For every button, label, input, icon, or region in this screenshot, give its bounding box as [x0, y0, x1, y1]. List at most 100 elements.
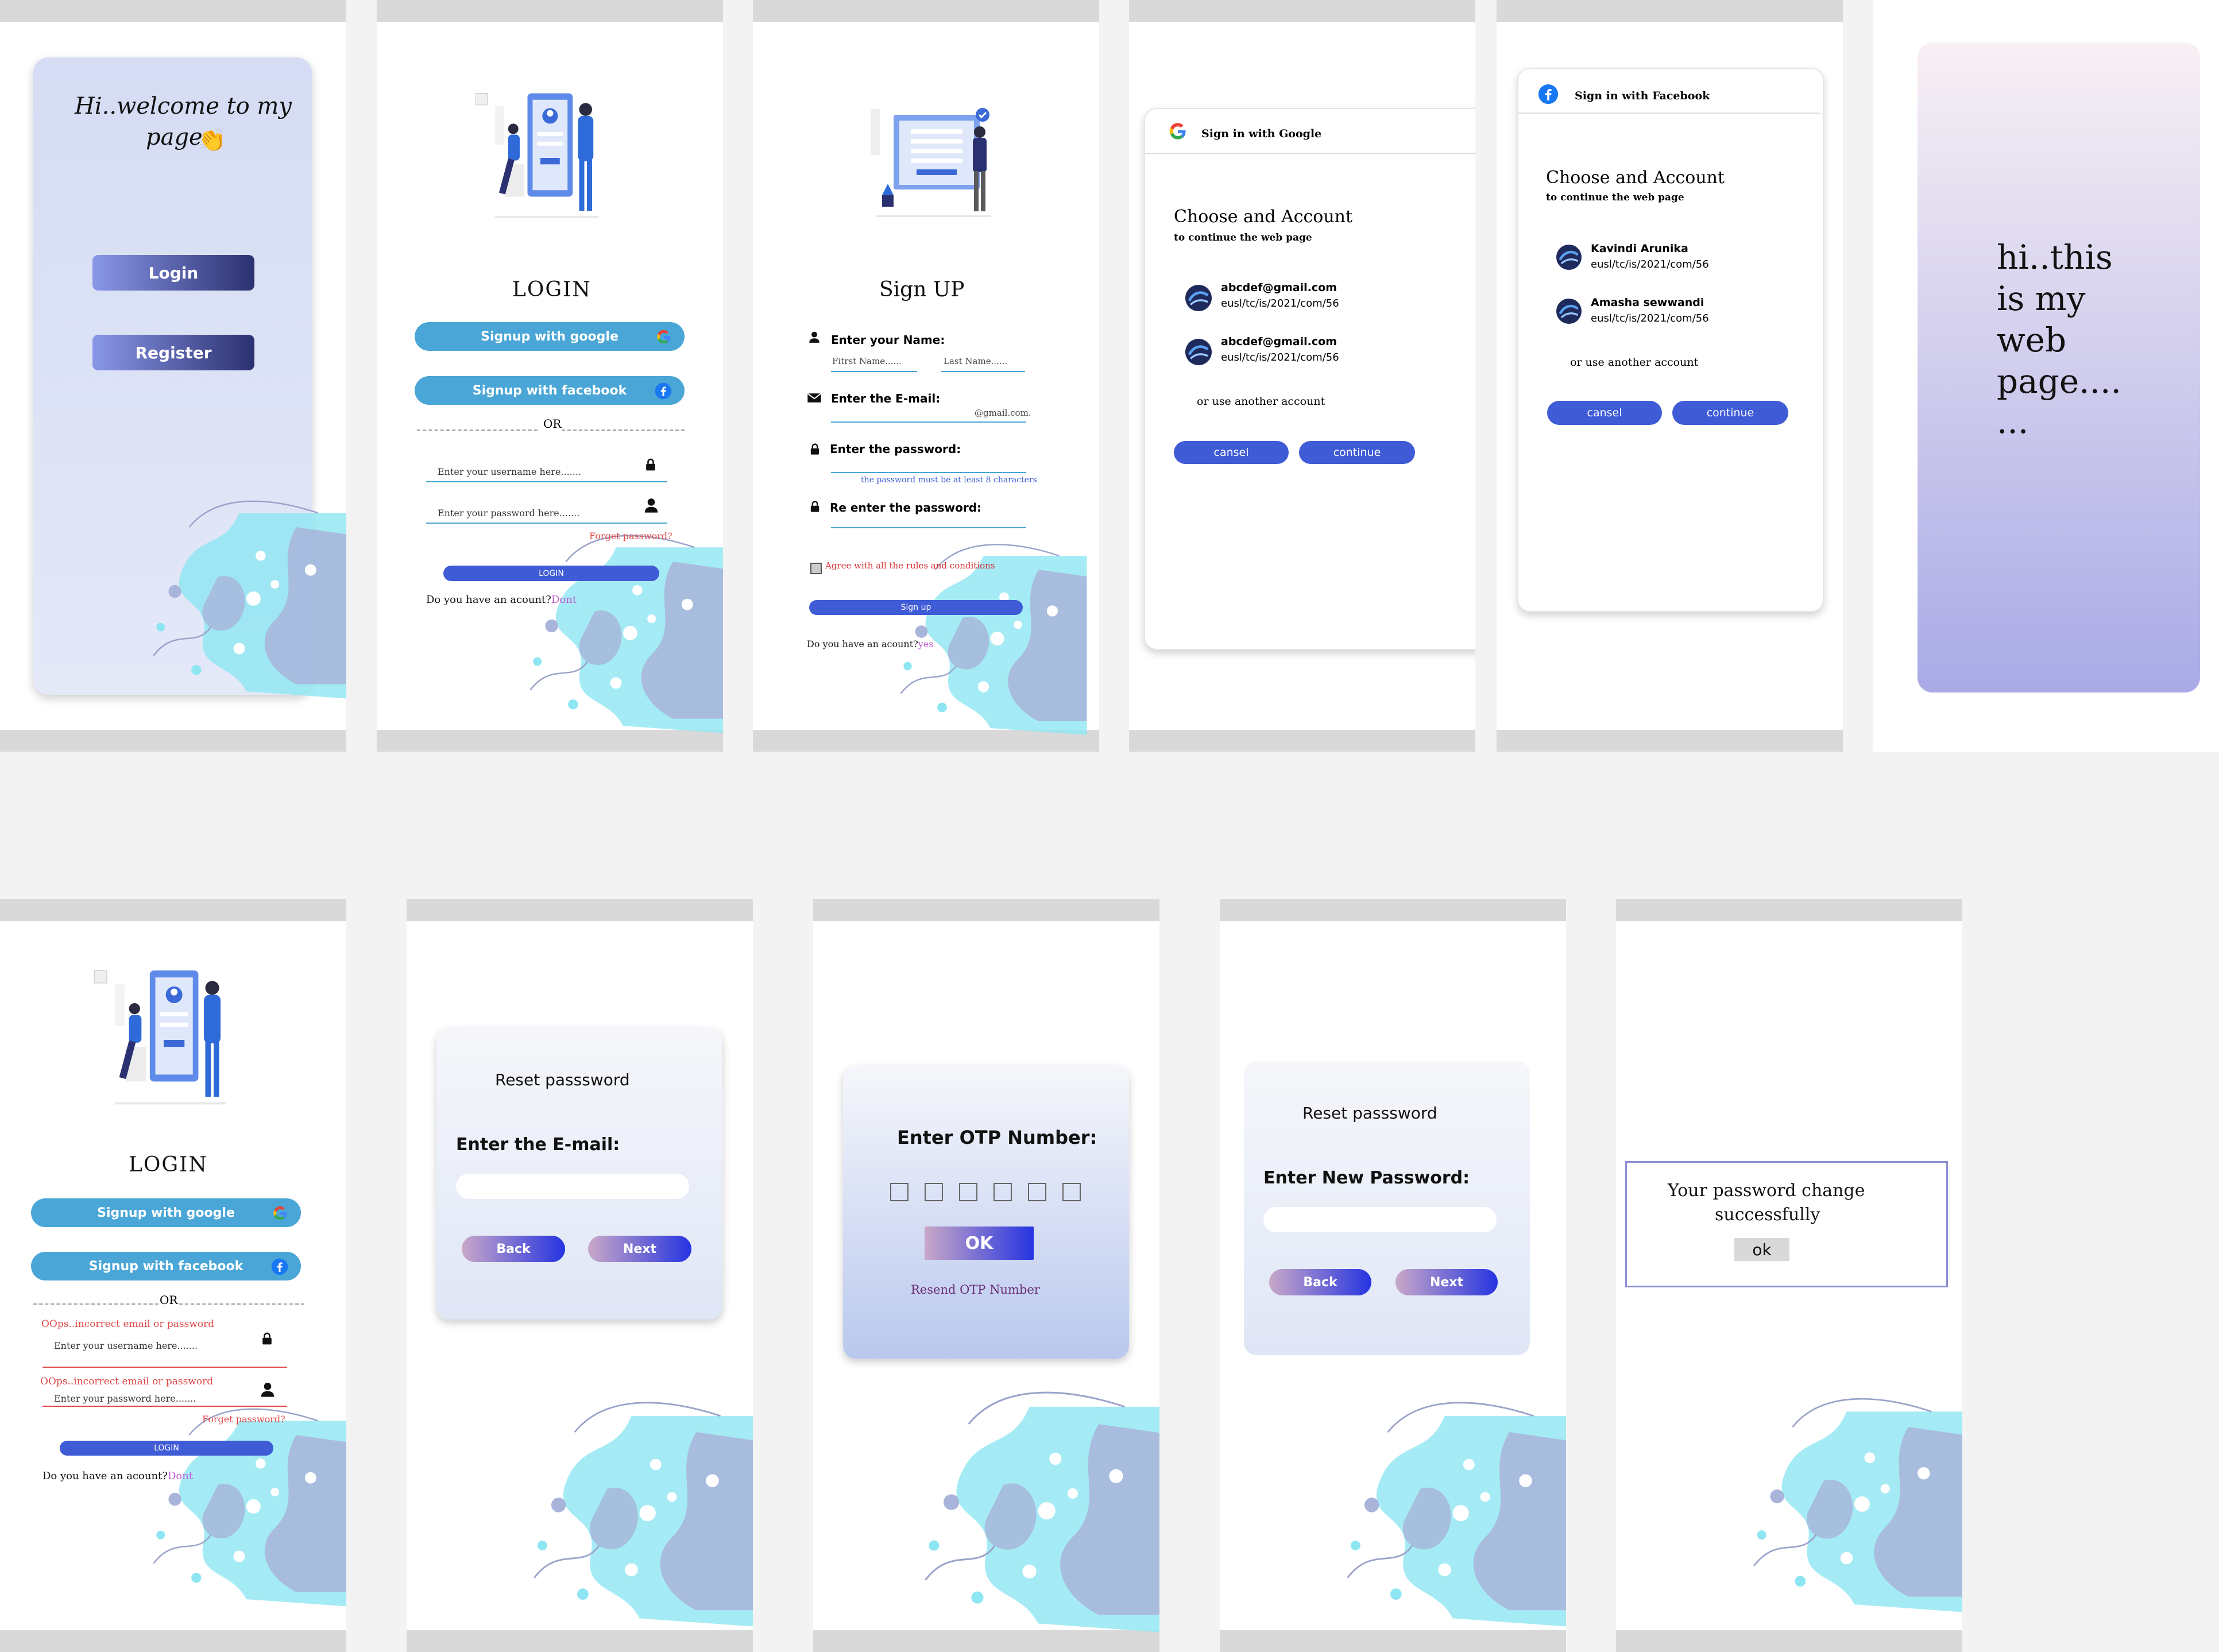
card-header-divider — [1518, 113, 1820, 114]
screen-intro: hi..this is my web page.... ... — [1873, 0, 2219, 752]
username-input[interactable]: Enter your username here....... — [438, 466, 581, 477]
password-input[interactable]: Enter your password here....... — [54, 1393, 196, 1404]
back-button[interactable]: Back — [462, 1236, 565, 1262]
next-button[interactable]: Next — [588, 1236, 691, 1262]
success-message-line1: Your password change — [1668, 1181, 1865, 1201]
bottom-bar — [1497, 730, 1843, 752]
login-submit-button[interactable]: LOGIN — [443, 566, 659, 581]
first-name-input[interactable]: Fitrst Name...... — [832, 356, 902, 366]
reset-title: Reset passsword — [1302, 1104, 1437, 1123]
email-input[interactable]: @gmail.com. — [975, 408, 1031, 418]
account-item[interactable]: Kavindi Arunika eusl/tc/is/2021/com/56 — [1556, 241, 1775, 276]
account-question-text: Do you have an acount? — [426, 594, 551, 606]
username-input[interactable]: Enter your username here....... — [54, 1340, 198, 1351]
mail-icon — [807, 390, 822, 405]
cancel-button[interactable]: cansel — [1174, 441, 1289, 464]
avatar-icon — [1556, 299, 1582, 324]
account-item[interactable]: abcdef@gmail.com eusl/tc/is/2021/com/56 — [1185, 280, 1404, 315]
signup-submit-button[interactable]: Sign up — [809, 600, 1023, 615]
splash-decoration — [152, 500, 346, 700]
or-divider-left — [33, 1303, 158, 1305]
otp-digit-field[interactable] — [1062, 1183, 1081, 1201]
forget-password-link[interactable]: Forget password? — [202, 1414, 285, 1425]
top-bar — [407, 899, 753, 921]
google-signup-label: Signup with google — [481, 329, 618, 344]
dont-link[interactable]: Dont — [551, 594, 577, 606]
account-question: Do you have an acount?yes — [807, 639, 933, 649]
top-bar — [1220, 899, 1566, 921]
account-name: Kavindi Arunika — [1591, 242, 1688, 255]
cancel-button[interactable]: cansel — [1547, 401, 1662, 425]
lock-icon-2 — [808, 500, 822, 513]
intro-line-2: is my — [1997, 279, 2086, 318]
top-bar — [1616, 899, 1962, 921]
dont-link[interactable]: Dont — [168, 1470, 193, 1482]
google-signup-button[interactable]: Signup with google — [415, 322, 685, 351]
yes-link[interactable]: yes — [918, 639, 934, 649]
use-another-account-link[interactable]: or use another account — [1197, 395, 1325, 408]
ok-button[interactable]: ok — [1734, 1238, 1789, 1261]
account-item[interactable]: Amasha sewwandi eusl/tc/is/2021/com/56 — [1556, 295, 1775, 330]
facebook-signup-button[interactable]: Signup with facebook — [31, 1252, 301, 1280]
new-password-field[interactable] — [1263, 1207, 1497, 1232]
clap-icon: 👏 — [198, 127, 226, 153]
account-id: eusl/tc/is/2021/com/56 — [1591, 312, 1709, 324]
login-title: LOGIN — [129, 1153, 208, 1177]
otp-digit-field[interactable] — [925, 1183, 943, 1201]
otp-digit-field[interactable] — [890, 1183, 909, 1201]
top-bar — [377, 0, 723, 22]
signup-illustration — [869, 107, 992, 218]
username-underline — [426, 481, 667, 482]
avatar-icon — [1185, 339, 1212, 365]
otp-digit-field[interactable] — [1028, 1183, 1046, 1201]
top-bar — [1497, 0, 1843, 22]
agree-checkbox[interactable] — [810, 563, 822, 574]
screen-new-password: Reset passsword Enter New Password: Back… — [1220, 899, 1566, 1652]
login-submit-button[interactable]: LOGIN — [60, 1441, 273, 1456]
account-id: eusl/tc/is/2021/com/56 — [1221, 351, 1339, 363]
intro-line-4: page.... — [1997, 362, 2121, 401]
google-account-card — [1144, 108, 1475, 650]
continue-button[interactable]: continue — [1672, 401, 1788, 425]
screen-facebook-signin: Sign in with Facebook Choose and Account… — [1497, 0, 1843, 752]
account-name: abcdef@gmail.com — [1221, 281, 1337, 294]
username-underline — [42, 1367, 287, 1368]
top-bar — [813, 899, 1159, 921]
use-another-account-link[interactable]: or use another account — [1570, 356, 1698, 369]
password-input[interactable]: Enter your password here....... — [438, 508, 579, 519]
account-question-text: Do you have an acount? — [807, 639, 918, 649]
success-message-line2: successfully — [1715, 1205, 1820, 1225]
facebook-signup-button[interactable]: Signup with facebook — [415, 376, 685, 405]
last-name-input[interactable]: Last Name...... — [944, 356, 1007, 366]
google-icon — [272, 1205, 288, 1221]
resend-otp-link[interactable]: Resend OTP Number — [911, 1283, 1040, 1297]
account-item[interactable]: abcdef@gmail.com eusl/tc/is/2021/com/56 — [1185, 334, 1404, 369]
back-button[interactable]: Back — [1269, 1269, 1371, 1295]
name-label: Enter your Name: — [831, 333, 945, 347]
avatar-icon — [1185, 285, 1212, 311]
login-illustration — [94, 970, 227, 1105]
card-header-title: Sign in with Google — [1201, 127, 1322, 140]
username-error: OOps..incorrect email or password — [41, 1318, 215, 1330]
otp-digit-field[interactable] — [959, 1183, 977, 1201]
password-underline — [831, 472, 1026, 473]
facebook-signup-label: Signup with facebook — [88, 1259, 243, 1274]
ok-button[interactable]: OK — [925, 1227, 1034, 1260]
register-button[interactable]: Register — [92, 335, 254, 370]
continue-button[interactable]: continue — [1299, 441, 1415, 464]
account-question: Do you have an acount?Dont — [42, 1470, 193, 1482]
agree-label: Agree with all the rules and conditions — [825, 560, 995, 571]
email-field[interactable] — [456, 1174, 689, 1199]
last-name-underline — [941, 371, 1025, 372]
reset-title: Reset passsword — [495, 1070, 630, 1089]
new-password-label: Enter New Password: — [1263, 1168, 1470, 1188]
intro-line-5: ... — [1997, 402, 2029, 441]
forget-password-link[interactable]: Forget password? — [589, 531, 672, 541]
google-signup-button[interactable]: Signup with google — [31, 1198, 301, 1227]
next-button[interactable]: Next — [1395, 1269, 1498, 1295]
otp-card — [843, 1066, 1129, 1359]
login-button[interactable]: Login — [92, 255, 254, 291]
password-underline — [42, 1406, 287, 1407]
choose-account-title: Choose and Account — [1546, 168, 1725, 188]
otp-digit-field[interactable] — [993, 1183, 1012, 1201]
